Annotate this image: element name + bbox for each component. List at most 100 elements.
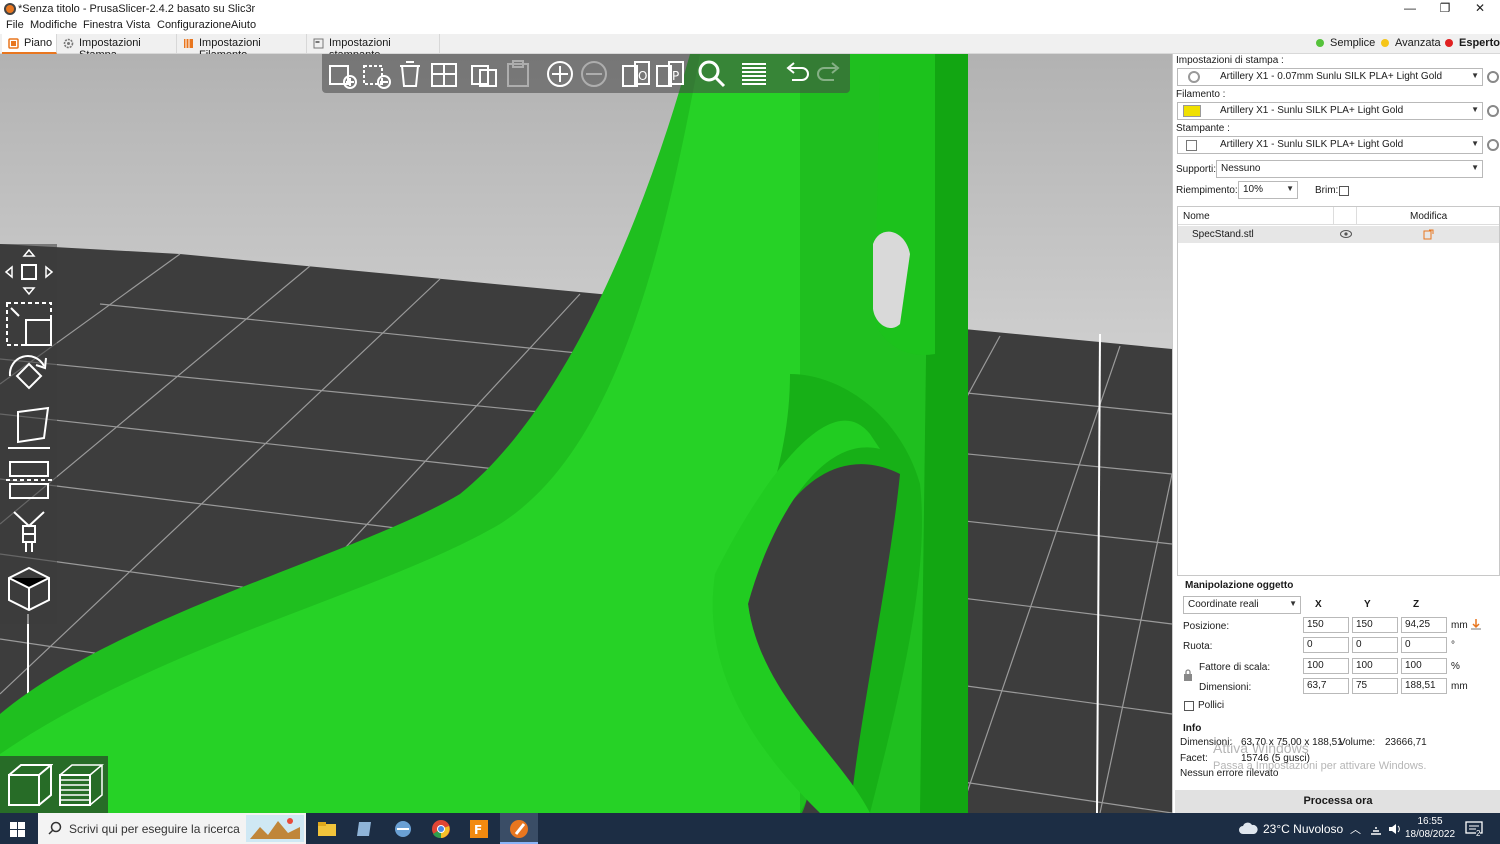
mode-label: Avanzata (1395, 37, 1441, 49)
chevron-down-icon: ▼ (1471, 139, 1479, 148)
scale-x-field[interactable]: 100 (1303, 658, 1349, 674)
paste-icon[interactable] (502, 58, 534, 90)
menu-configuration[interactable]: Configurazione (157, 19, 231, 31)
minimize-button[interactable]: — (1392, 0, 1428, 18)
position-label: Posizione: (1183, 621, 1230, 632)
drop-to-bed-icon[interactable] (1470, 618, 1482, 630)
chevron-down-icon: ▼ (1289, 599, 1297, 608)
svg-text:F: F (474, 823, 482, 837)
edit-printer-preset-icon[interactable] (1487, 139, 1499, 151)
chevron-up-icon[interactable]: ︿ (1350, 821, 1361, 837)
remove-instance-icon[interactable] (578, 58, 610, 90)
scale-icon[interactable] (4, 300, 54, 348)
coordinate-mode-select[interactable]: Coordinate reali ▼ (1183, 596, 1301, 614)
inches-checkbox[interactable] (1184, 701, 1194, 711)
list-item[interactable]: SpecStand.stl (1178, 226, 1499, 243)
sidebar: Impostazioni di stampa : Artillery X1 - … (1172, 54, 1500, 813)
tab-plater[interactable]: Piano (2, 34, 57, 54)
size-z-field[interactable]: 188,51 (1401, 678, 1447, 694)
menu-help[interactable]: Aiuto (231, 19, 256, 31)
position-x-field[interactable]: 150 (1303, 617, 1349, 633)
undo-icon[interactable] (780, 58, 812, 90)
scale-y-field[interactable]: 100 (1352, 658, 1398, 674)
menu-view[interactable]: Vista (126, 19, 150, 31)
arrange-icon[interactable] (428, 58, 460, 90)
menu-edit[interactable]: Modifiche (30, 19, 77, 31)
tab-print-settings[interactable]: Impostazioni Stampa (57, 34, 177, 61)
mode-expert[interactable]: Esperto (1443, 37, 1500, 49)
column-name-header[interactable]: Nome (1183, 211, 1210, 222)
tab-filament-settings[interactable]: Impostazioni Filamento (177, 34, 307, 61)
network-icon[interactable] (1370, 823, 1382, 835)
app-icon[interactable] (392, 818, 414, 840)
delete-all-icon[interactable] (394, 58, 426, 90)
status-dot-icon (1316, 39, 1324, 47)
object-list[interactable]: Nome Modifica SpecStand.stl (1177, 206, 1500, 576)
rotate-y-field[interactable]: 0 (1352, 637, 1398, 653)
manipulation-title: Manipolazione oggetto (1185, 580, 1294, 591)
rotate-z-field[interactable]: 0 (1401, 637, 1447, 653)
supports-select[interactable]: Nessuno ▼ (1216, 160, 1483, 178)
notification-count-badge: 2 (1476, 829, 1481, 838)
position-y-field[interactable]: 150 (1352, 617, 1398, 633)
position-z-field[interactable]: 94,25 (1401, 617, 1447, 633)
mode-simple[interactable]: Semplice (1314, 37, 1375, 49)
close-button[interactable]: ✕ (1462, 0, 1498, 18)
chevron-down-icon: ▼ (1471, 163, 1479, 172)
preview-layers-icon[interactable] (56, 761, 104, 809)
taskbar-active-app[interactable] (500, 813, 538, 844)
edit-print-preset-icon[interactable] (1487, 71, 1499, 83)
view-cube-icon[interactable] (4, 564, 54, 612)
add-object-icon[interactable] (326, 58, 358, 90)
maximize-button[interactable]: ❐ (1427, 0, 1463, 18)
variable-layer-height-icon[interactable] (738, 58, 770, 90)
clock-date[interactable]: 18/08/2022 (1405, 829, 1455, 840)
tab-printer-settings[interactable]: Impostazioni stampante (307, 34, 440, 61)
rotate-x-field[interactable]: 0 (1303, 637, 1349, 653)
rotate-icon[interactable] (4, 352, 54, 400)
place-on-face-icon[interactable] (4, 404, 54, 452)
menu-window[interactable]: Finestra (83, 19, 123, 31)
fusion-app-icon[interactable]: F (468, 818, 490, 840)
search-icon[interactable] (696, 58, 728, 90)
delete-object-icon[interactable] (360, 58, 392, 90)
column-edit-header[interactable]: Modifica (1410, 211, 1447, 222)
3d-viewport[interactable]: O P (0, 54, 1172, 813)
edit-settings-icon[interactable] (1423, 229, 1434, 240)
cut-icon[interactable] (4, 456, 54, 504)
app-icon[interactable] (354, 818, 376, 840)
chevron-down-icon: ▼ (1286, 184, 1294, 193)
scale-z-field[interactable]: 100 (1401, 658, 1447, 674)
rotate-unit: ° (1451, 640, 1455, 651)
windows-start-icon[interactable] (10, 822, 25, 837)
edit-filament-preset-icon[interactable] (1487, 105, 1499, 117)
infill-select[interactable]: 10% ▼ (1238, 181, 1298, 199)
volume-icon[interactable] (1388, 823, 1402, 835)
move-icon[interactable] (4, 248, 54, 296)
object-name: SpecStand.stl (1192, 229, 1254, 240)
print-preset-select[interactable]: Artillery X1 - 0.07mm Sunlu SILK PLA+ Li… (1177, 68, 1483, 86)
file-explorer-icon[interactable] (316, 818, 338, 840)
supports-painting-icon[interactable] (4, 508, 54, 556)
brim-checkbox[interactable] (1339, 186, 1349, 196)
lock-icon[interactable] (1183, 669, 1193, 682)
add-instance-icon[interactable] (544, 58, 576, 90)
size-y-field[interactable]: 75 (1352, 678, 1398, 694)
slice-now-button[interactable]: Processa ora (1175, 790, 1500, 813)
clock-time[interactable]: 16:55 (1409, 816, 1451, 827)
printer-preset-select[interactable]: Artillery X1 - Sunlu SILK PLA+ Light Gol… (1177, 136, 1483, 154)
split-parts-icon[interactable]: P (654, 58, 686, 90)
3d-view-icon[interactable] (5, 761, 53, 809)
chrome-icon[interactable] (430, 818, 452, 840)
taskbar-search-box[interactable]: Scrivi qui per eseguire la ricerca (38, 813, 306, 844)
copy-icon[interactable] (468, 58, 500, 90)
redo-icon[interactable] (814, 58, 846, 90)
filament-preset-select[interactable]: Artillery X1 - Sunlu SILK PLA+ Light Gol… (1177, 102, 1483, 120)
size-x-field[interactable]: 63,7 (1303, 678, 1349, 694)
weather-text[interactable]: 23°C Nuvoloso (1263, 822, 1343, 836)
split-objects-icon[interactable]: O (620, 58, 652, 90)
eye-icon[interactable] (1340, 229, 1352, 239)
axis-y-label: Y (1364, 599, 1371, 610)
mode-advanced[interactable]: Avanzata (1379, 37, 1441, 49)
menu-file[interactable]: File (6, 19, 24, 31)
